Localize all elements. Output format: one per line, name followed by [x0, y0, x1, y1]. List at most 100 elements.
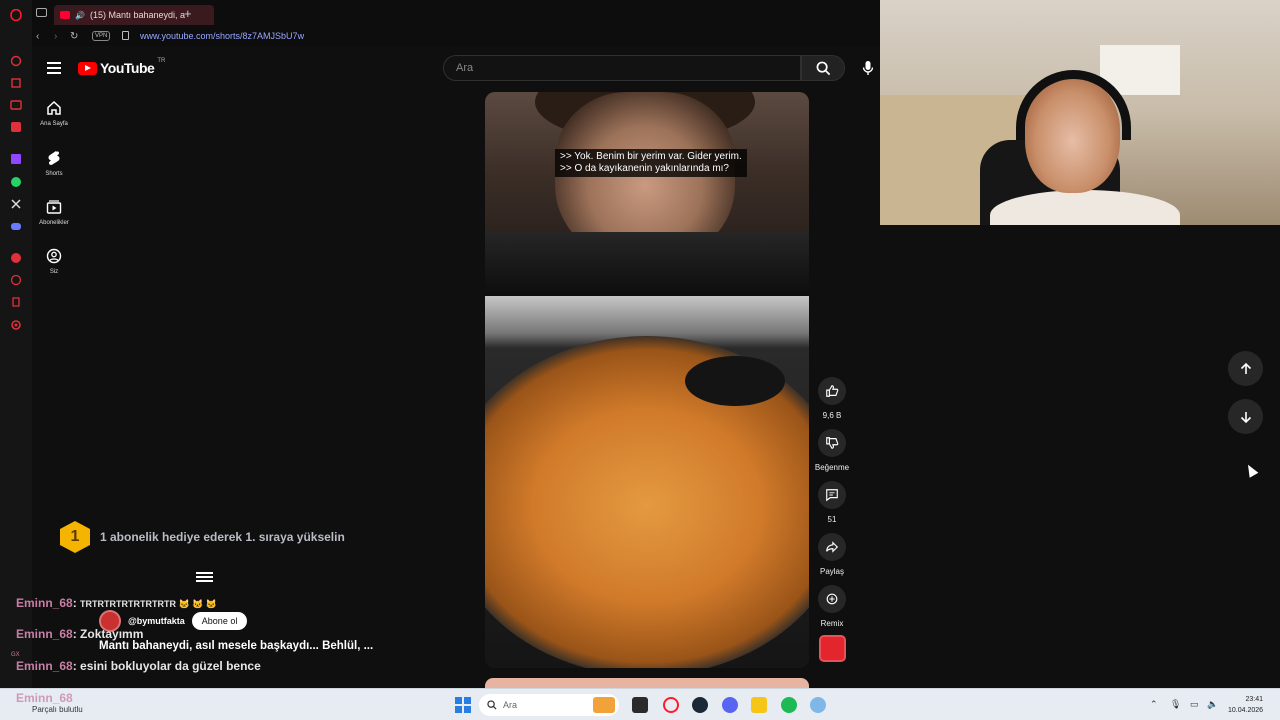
guide-home[interactable]: Ana Sayfa [32, 100, 76, 127]
search-button[interactable] [801, 55, 845, 81]
music-player-icon[interactable] [9, 251, 23, 265]
taskbar-search[interactable]: Ara [479, 694, 619, 716]
menu-icon[interactable] [47, 62, 61, 77]
remix-button[interactable]: Remix [812, 585, 852, 628]
chat-message: Eminn_68: Zoktayımm [16, 627, 143, 641]
windows-taskbar: Eminn_68 Parçalı bulutlu Ara ⌃ 🎙 ▭ 🔈 23:… [0, 688, 1280, 720]
settings-icon[interactable] [9, 318, 23, 332]
subtitle-line-2: >> O da kayıkanenin yakınlarında mı? [560, 163, 729, 174]
video-popout-icon[interactable] [9, 98, 23, 112]
short-video-player[interactable]: >> Yok. Benim bir yerim var. Gider yerim… [485, 92, 809, 668]
aria-icon[interactable] [9, 54, 23, 68]
x-icon[interactable] [9, 197, 23, 211]
chat-message: Eminn_68: esini bokluyolar da güzel benc… [16, 659, 261, 673]
clock-time: 23:41 [1245, 696, 1264, 703]
collapse-chevron-icon[interactable] [196, 572, 213, 584]
taskbar-search-placeholder: Ara [503, 700, 518, 710]
comments-button[interactable]: 51 [812, 481, 852, 524]
guide-you-label: Siz [49, 269, 59, 275]
channel-name[interactable]: @bymutfakta [128, 616, 185, 626]
tab-title: (15) Mantı bahaneydi, a [89, 10, 186, 20]
microphone-icon [862, 61, 874, 75]
chat-message: Eminn_68: TRTRTRTRTRTRTRTR 🐱 🐱 🐱 [16, 596, 217, 610]
gx-label: GX [11, 652, 20, 658]
new-tab-button[interactable]: + [184, 6, 192, 21]
like-button[interactable]: 9,6 B [812, 377, 852, 420]
next-short-preview[interactable] [485, 678, 809, 688]
task-view-icon[interactable] [632, 697, 648, 713]
discord-taskbar-icon[interactable] [722, 697, 738, 713]
screen: 🔊 (15) Mantı bahaneydi, a + ‹ › ↻ VPN ww… [0, 0, 1280, 720]
chat-separator: : [72, 627, 81, 641]
chat-username: Eminn_68 [16, 596, 73, 610]
chat-username: Eminn_68 [16, 627, 73, 641]
back-icon[interactable]: ‹ [36, 31, 39, 42]
twitch-icon[interactable] [9, 152, 23, 166]
short-title[interactable]: Mantı bahaneydi, asıl mesele başkaydı...… [99, 640, 373, 652]
app-icon[interactable] [810, 697, 826, 713]
arrow-down-icon [1240, 411, 1251, 423]
shorts-icon [48, 151, 60, 165]
video-frame-top: >> Yok. Benim bir yerim var. Gider yerim… [485, 92, 809, 296]
youtube-logo[interactable]: YouTube TR [78, 58, 165, 76]
remix-label: Remix [820, 619, 844, 628]
clock[interactable]: 23:41 10.04.2026 [1228, 694, 1263, 716]
address-bar: ‹ › ↻ VPN www.youtube.com/shorts/8z7AMJS… [32, 28, 880, 46]
guide-home-label: Ana Sayfa [40, 121, 68, 127]
steam-icon[interactable] [692, 697, 708, 713]
chat-separator: : [72, 659, 81, 673]
chat-separator: : [72, 596, 81, 610]
chat-text: TRTRTRTRTRTRTRTR 🐱 🐱 🐱 [80, 599, 218, 609]
share-icon [826, 541, 839, 553]
weather-widget[interactable]: Parçalı bulutlu [32, 705, 83, 714]
url-field[interactable]: www.youtube.com/shorts/8z7AMJSbU7w [140, 31, 304, 41]
guide-shorts[interactable]: Shorts [32, 150, 76, 177]
voice-search-button[interactable] [856, 55, 880, 81]
windows-start-icon[interactable] [455, 697, 471, 713]
chat-text: esini bokluyolar da güzel bence [80, 659, 261, 673]
arrow-up-icon [1240, 362, 1251, 374]
search-input[interactable]: Ara [443, 55, 801, 81]
chat-username: Eminn_68 [16, 659, 73, 673]
next-short-button[interactable] [1228, 399, 1263, 434]
dislike-button[interactable]: Beğenme [812, 429, 852, 472]
gx-corner-icon[interactable] [9, 76, 23, 90]
mouse-cursor-icon [1243, 462, 1259, 478]
file-explorer-icon[interactable] [751, 697, 767, 713]
comment-count: 51 [827, 515, 837, 524]
opera-gx-taskbar-icon[interactable] [663, 697, 679, 713]
spotify-icon[interactable] [781, 697, 797, 713]
history-icon[interactable] [9, 273, 23, 287]
video-frame-cooking [485, 296, 809, 668]
discord-icon[interactable] [9, 219, 23, 233]
opera-logo-icon[interactable] [9, 8, 23, 22]
search-icon [816, 61, 830, 75]
chat-username: Eminn_68 [16, 691, 73, 705]
whatsapp-icon[interactable] [9, 175, 23, 189]
lock-icon[interactable] [122, 31, 129, 40]
opera-sidebar [0, 0, 32, 688]
guide-subscriptions[interactable]: Abonelikler [32, 199, 76, 226]
tray-chevron-icon[interactable]: ⌃ [1150, 699, 1158, 710]
vpn-badge[interactable]: VPN [92, 31, 111, 41]
share-button[interactable]: Paylaş [812, 533, 852, 576]
network-icon[interactable]: ▭ [1190, 699, 1199, 710]
audio-source-thumbnail[interactable] [819, 635, 846, 662]
workspaces-icon[interactable] [36, 8, 47, 17]
messenger-icon[interactable] [9, 120, 23, 134]
search-highlight-icon [593, 697, 615, 713]
extensions-icon[interactable] [9, 295, 23, 309]
reload-icon[interactable]: ↻ [70, 31, 78, 42]
speaker-icon[interactable]: 🔊 [75, 11, 85, 20]
subscribe-button[interactable]: Abone ol [191, 612, 248, 630]
youtube-favicon-icon [60, 11, 70, 19]
forward-icon[interactable]: › [54, 31, 57, 42]
previous-short-button[interactable] [1228, 351, 1263, 386]
guide-subscriptions-label: Abonelikler [39, 220, 69, 226]
thumbs-up-icon [826, 385, 839, 397]
guide-you[interactable]: Siz [32, 248, 76, 275]
guide-shorts-label: Shorts [45, 171, 63, 177]
volume-icon[interactable]: 🔈 [1207, 699, 1218, 710]
mic-tray-icon[interactable]: 🎙 [1170, 699, 1181, 710]
video-subtitles: >> Yok. Benim bir yerim var. Gider yerim… [555, 149, 747, 177]
